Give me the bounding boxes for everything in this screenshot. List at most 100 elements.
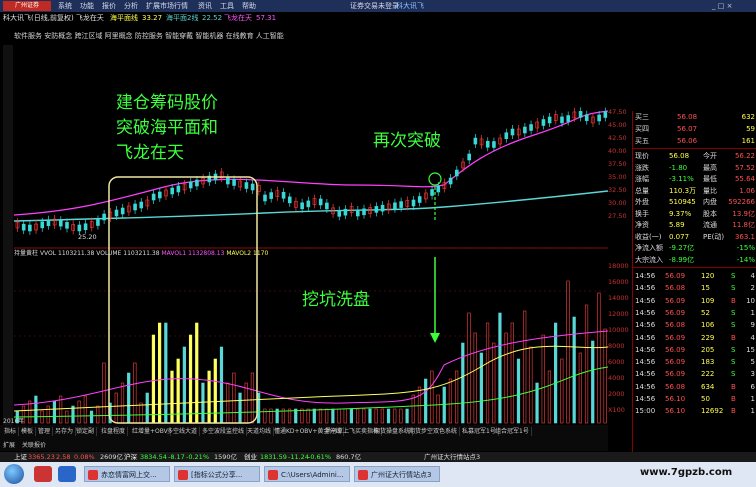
volume-label: VOLUME [96,250,122,257]
price-tick: 37.50 [608,160,627,168]
candlesticks [15,107,608,235]
candle-body [318,198,323,206]
volume-bar [52,400,57,424]
volume-bar [318,408,323,424]
quote-row: 换手 9.37% 股本 13.9亿 [635,209,755,218]
task-quote[interactable]: 广州证大行情站点3 [354,466,440,482]
indicator-tab[interactable]: 另存为 [53,427,77,436]
mavol2-value: 1170 [253,250,269,257]
volume-bar [485,322,490,424]
candle-body [417,196,422,203]
volume-value: 1103211.38 [123,250,160,257]
candle-body [430,189,434,196]
cy-pct: -0.61% [308,453,331,461]
app-launch-icon[interactable] [34,466,52,482]
volume-bar [145,392,149,424]
quote-row: 外盘 510945 内盘 592266 [635,198,755,206]
quote-row: 净流入额 -9.27亿 -15% [635,244,755,252]
indicator-tab[interactable]: 期货步空双色系统 [407,427,461,436]
indicator-tab[interactable]: 拉盘程度 [99,427,129,436]
vol-tick: 16000 [608,278,629,286]
volume-bar [151,334,156,424]
indicator-tab[interactable]: 多空线大道 [165,427,201,436]
quote-row: 大宗流入 -8.99亿 -14% [635,255,755,264]
volume-bar [300,408,304,424]
ind3-value: 57.31 [256,14,277,22]
candle-body [120,207,125,215]
indicator-tab[interactable]: 锁定副 [74,427,98,436]
stock-title-bar: 科大讯飞(日线,前复权) 飞龙在天 海平面线 33.27 海平面2线 22.52… [0,12,608,24]
volume-bar [349,408,354,424]
volume-bar [232,372,236,424]
volume-bar [238,392,242,424]
candle-body [473,137,478,145]
volume-bar [306,408,310,424]
vvol-label: VVOL [39,250,57,257]
volume-bar [96,405,100,424]
menu-tools[interactable]: 工具 [220,1,234,11]
candle-body [399,201,403,208]
candle-body [504,132,509,140]
volume-bar [325,408,329,424]
sz-label: 沪深 [124,453,137,461]
ind1-value: 33.27 [142,14,163,22]
indicator-tab[interactable]: 模板 [19,427,37,436]
task-explorer[interactable]: C:\Users\Admini... [264,466,350,482]
menu-function[interactable]: 功能 [80,1,94,11]
vol-tick: 12000 [608,310,629,318]
task-broker[interactable]: 赤恋情富网上交... [84,466,170,482]
candle-body [485,140,490,148]
indicator-tab[interactable]: 指标 [2,427,20,436]
window-controls[interactable]: _ □ × [712,1,732,11]
annotation-breakout: 突破海平面和 [116,118,218,138]
candle-body [603,111,608,118]
indicator-tab[interactable]: 多空波段监控线 [200,427,248,436]
volume-bar [591,340,595,424]
candle-body [584,114,589,121]
menu-ext-market[interactable]: 扩展市场行情 [146,1,188,11]
menu-info[interactable]: 资讯 [198,1,212,11]
tick-row: 14:56 56.09 222 S 3 [635,370,755,379]
price-tick: 27.50 [608,212,627,220]
menu-quote[interactable]: 报价 [102,1,116,11]
trade-status[interactable]: 证券交易未登录 [350,1,399,11]
left-scrollbar[interactable] [3,45,13,427]
ind3-label: 飞龙在天 [224,14,252,22]
candle-body [306,200,311,208]
candle-body [510,128,515,136]
sz-change: -8.17 [168,453,185,461]
tab-related-quote[interactable]: 关联报价 [22,440,46,449]
task-indicator[interactable]: [指标公式分享... [174,466,260,482]
candle-body [188,181,193,189]
candle-body [448,177,453,185]
volume-bar [405,408,409,424]
tab-extend[interactable]: 扩展 [3,440,15,449]
volume-bar [572,316,576,424]
windows-taskbar: 赤恋情富网上交... [指标公式分享... C:\Users\Admini...… [0,462,756,487]
indicator-tab[interactable]: 管理 [36,427,54,436]
indicator-tab[interactable]: 组合冠军1号 [493,427,532,436]
vol-tick: 14000 [608,294,629,302]
menu-system[interactable]: 系统 [58,1,72,11]
volume-bar [473,332,477,424]
mavol1-value: 1132808.13 [188,250,225,257]
annotation-accumulate: 建仓筹码股价 [116,93,218,113]
price-tick: 30.00 [608,199,627,207]
menu-analysis[interactable]: 分析 [124,1,138,11]
volume-bar [516,358,521,424]
volume-bar [219,346,224,424]
ie-icon[interactable] [58,466,76,482]
start-button[interactable] [4,464,24,484]
candle-body [325,202,329,210]
kline-chart[interactable] [14,105,608,430]
volume-bar [529,346,533,424]
candle-body [356,209,360,217]
indicator-tab[interactable]: 天道均线 [245,427,275,436]
menu-bar: 广州证券 系统 功能 报价 分析 扩展市场行情 资讯 工具 帮助 证券交易未登录… [0,0,756,12]
menu-help[interactable]: 帮助 [242,1,256,11]
candle-body [578,111,583,118]
quote-panel: 买三 56.08 632 买四 56.07 59 买五 56.06 161 现价 56.08 今开 56… [632,111,756,461]
candle-body [411,199,416,207]
sz-amount: 1590亿 [214,453,238,461]
volume-bar [461,342,465,424]
